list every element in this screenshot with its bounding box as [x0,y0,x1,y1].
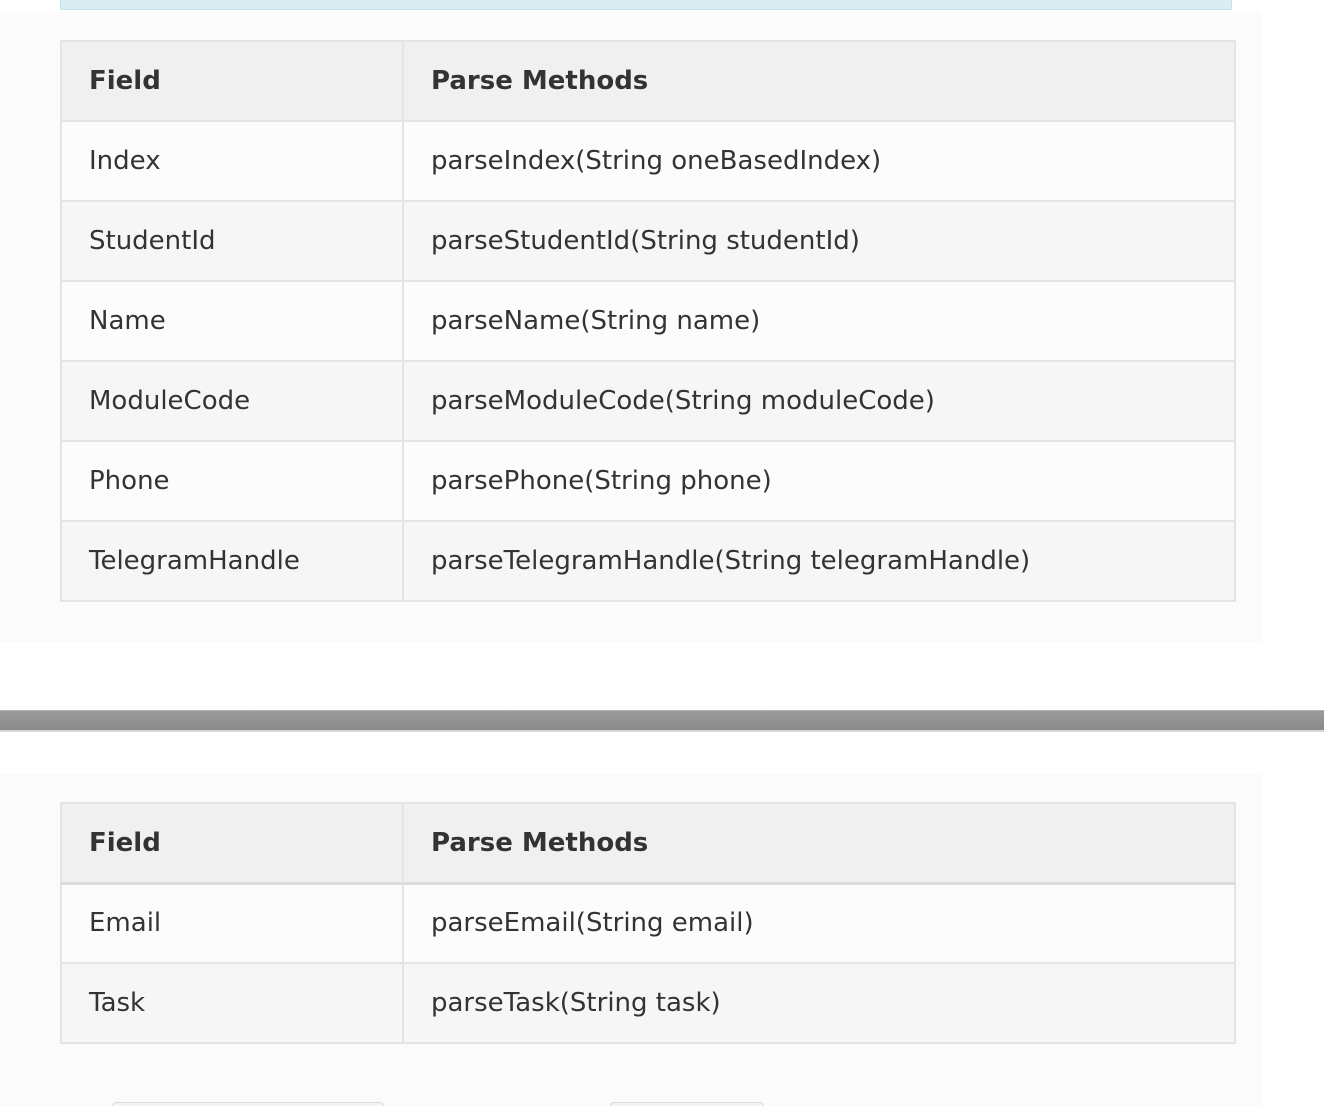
field-cell: Email [60,882,404,964]
header-field: Field [60,40,404,122]
table-row: ModuleCode parseModuleCode(String module… [60,360,1236,442]
parse-methods-table-2: Field Parse Methods Email parseEmail(Str… [60,802,1236,1044]
field-cell: StudentId [60,200,404,282]
method-cell: parseTask(String task) [402,962,1236,1044]
table-row: Name parseName(String name) [60,280,1236,362]
info-callout [60,0,1232,10]
field-cell: Name [60,280,404,362]
method-cell: parseTelegramHandle(String telegramHandl… [402,520,1236,602]
method-cell: parseIndex(String oneBasedIndex) [402,120,1236,202]
field-cell: ModuleCode [60,360,404,442]
table-header-row: Field Parse Methods [60,40,1236,122]
table-row: Phone parsePhone(String phone) [60,440,1236,522]
field-cell: Phone [60,440,404,522]
method-cell: parseModuleCode(String moduleCode) [402,360,1236,442]
parse-methods-table-1: Field Parse Methods Index parseIndex(Str… [60,40,1236,602]
header-parse-methods: Parse Methods [402,802,1236,885]
method-cell: parsePhone(String phone) [402,440,1236,522]
method-cell: parseEmail(String email) [402,882,1236,964]
method-cell: parseName(String name) [402,280,1236,362]
field-cell: Index [60,120,404,202]
table-row: StudentId parseStudentId(String studentI… [60,200,1236,282]
field-cell: Task [60,962,404,1044]
table-row: Email parseEmail(String email) [60,882,1236,964]
table-row: Task parseTask(String task) [60,962,1236,1044]
table-row: TelegramHandle parseTelegramHandle(Strin… [60,520,1236,602]
page: Field Parse Methods Index parseIndex(Str… [0,0,1324,1106]
field-cell: TelegramHandle [60,520,404,602]
header-parse-methods: Parse Methods [402,40,1236,122]
method-cell: parseStudentId(String studentId) [402,200,1236,282]
table-header-row: Field Parse Methods [60,802,1236,885]
section-divider-bar [0,710,1324,732]
tab-stub-right[interactable] [610,1102,764,1106]
table-row: Index parseIndex(String oneBasedIndex) [60,120,1236,202]
tab-stub-left[interactable] [112,1102,384,1106]
header-field: Field [60,802,404,885]
